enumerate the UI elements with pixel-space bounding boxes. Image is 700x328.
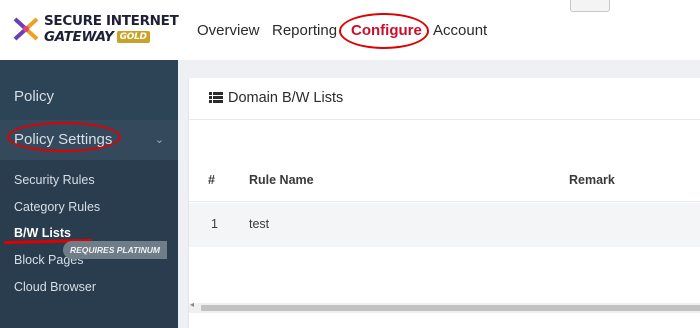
nav-account[interactable]: Account <box>433 22 487 39</box>
cell-rule-name[interactable]: test <box>249 217 269 231</box>
brand-line1: SECURE INTERNET <box>44 13 179 29</box>
chevron-up-icon: ⌃ <box>585 0 595 7</box>
main-content: Domain B/W Lists # Rule Name Remark 1 te… <box>178 60 700 328</box>
nav-reporting[interactable]: Reporting <box>272 22 337 39</box>
cell-number: 1 <box>211 217 218 231</box>
brand-mark-icon <box>13 17 39 41</box>
panel-title: Domain B/W Lists <box>209 90 343 106</box>
sidebar: Policy Policy Settings ⌄ Security Rules … <box>0 60 178 328</box>
sidebar-item-security-rules[interactable]: Security Rules <box>14 173 95 187</box>
sidebar-item-policy-settings[interactable]: Policy Settings ⌄ <box>0 122 178 158</box>
scroll-left-arrow-icon[interactable]: ◂ <box>190 300 194 309</box>
brand-line2-text: GATEWAY <box>44 29 114 45</box>
sidebar-policy-settings-bar[interactable]: Policy Settings ⌄ <box>0 120 178 160</box>
brand-logo[interactable]: SECURE INTERNET GATEWAY GOLD <box>12 12 179 48</box>
table-header-row: # Rule Name Remark <box>189 160 700 202</box>
table-row[interactable]: 1 test <box>189 203 700 247</box>
column-header-rule-name[interactable]: Rule Name <box>249 173 314 187</box>
sidebar-item-cloud-browser[interactable]: Cloud Browser <box>14 280 96 294</box>
sidebar-item-policy[interactable]: Policy <box>0 82 178 112</box>
sidebar-item-category-rules[interactable]: Category Rules <box>14 200 100 214</box>
nav-overview[interactable]: Overview <box>197 22 260 39</box>
column-header-number[interactable]: # <box>208 173 215 187</box>
bw-lists-panel: Domain B/W Lists # Rule Name Remark 1 te… <box>188 78 700 328</box>
brand-line2: GATEWAY GOLD <box>44 29 150 45</box>
top-header: SECURE INTERNET GATEWAY GOLD ⌃ Overview R… <box>0 0 700 60</box>
collapse-header-button[interactable]: ⌃ <box>570 0 610 12</box>
requires-platinum-badge: REQUIRES PLATINUM <box>63 241 167 259</box>
sidebar-item-policy-settings-label: Policy Settings <box>14 131 113 148</box>
sidebar-item-bw-lists[interactable]: B/W Lists <box>14 226 71 240</box>
column-header-remark[interactable]: Remark <box>569 173 615 187</box>
nav-configure[interactable]: Configure <box>351 22 422 39</box>
panel-header: Domain B/W Lists <box>189 78 700 120</box>
panel-title-text: Domain B/W Lists <box>228 90 344 106</box>
horizontal-scrollbar[interactable]: ◂ <box>189 300 700 313</box>
scrollbar-thumb[interactable] <box>201 305 700 311</box>
list-icon <box>209 92 223 103</box>
gold-badge: GOLD <box>116 31 150 43</box>
chevron-down-icon: ⌄ <box>154 134 164 146</box>
